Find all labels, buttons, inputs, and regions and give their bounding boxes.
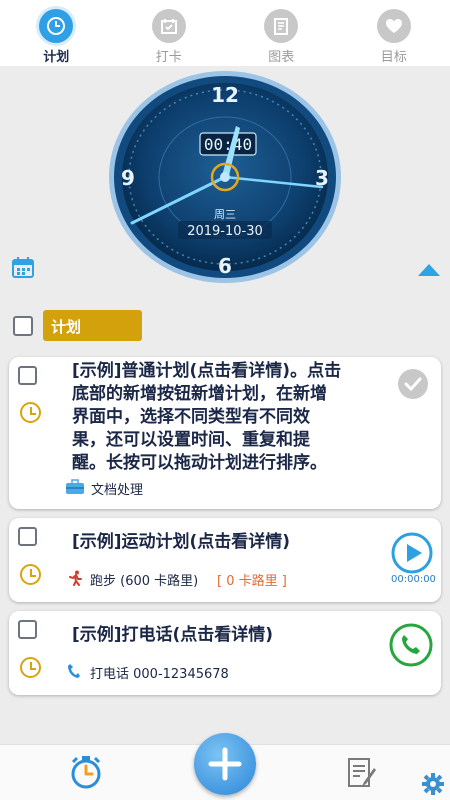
clock-icon — [39, 9, 74, 43]
tab-checkin[interactable]: 打卡 — [113, 0, 226, 66]
card-title-line: 底部的新增按钮新增计划，在新增 — [72, 384, 327, 404]
plus-icon — [208, 747, 242, 781]
card-subtitle: 文档处理 — [91, 483, 144, 498]
card-title-line: 界面中，选择不同类型有不同效 — [72, 407, 310, 427]
card-title-line: [示例]普通计划(点击看详情)。点击 — [72, 361, 342, 381]
calories-burned: [ 0 卡路里 ] — [217, 574, 287, 589]
notes-icon[interactable] — [346, 756, 378, 794]
plan-card-exercise[interactable]: [示例]运动计划(点击看详情) 跑步 (600 卡路里) [ 0 卡路里 ] 0… — [9, 518, 441, 602]
exercise-timer: 00:00:00 — [391, 574, 436, 585]
clock-date: 2019-10-30 — [187, 224, 263, 239]
card-title-line: [示例]运动计划(点击看详情) — [72, 532, 291, 552]
card-checkbox[interactable] — [18, 527, 37, 546]
plan-card-normal[interactable]: [示例]普通计划(点击看详情)。点击 底部的新增按钮新增计划，在新增 界面中，选… — [9, 357, 441, 509]
heart-icon — [376, 9, 411, 43]
play-icon[interactable] — [391, 532, 433, 578]
tab-label: 图表 — [268, 50, 295, 65]
numeral-12: 12 — [211, 83, 239, 107]
numeral-6: 6 — [218, 254, 232, 278]
add-plan-button[interactable] — [194, 733, 256, 795]
runner-icon — [67, 570, 83, 590]
chart-doc-icon — [264, 9, 299, 43]
reminder-clock-icon — [20, 564, 41, 585]
calendar-check-icon — [151, 9, 186, 43]
section-tag: 计划 — [43, 310, 142, 341]
tab-label: 打卡 — [155, 50, 182, 65]
top-tab-bar: 计划 打卡 图表 目标 — [0, 0, 450, 66]
card-checkbox[interactable] — [18, 620, 37, 639]
briefcase-icon — [65, 479, 85, 499]
digital-time: 00:40 — [204, 135, 252, 154]
numeral-9: 9 — [121, 166, 135, 190]
tab-charts[interactable]: 图表 — [225, 0, 338, 66]
clock-weekday: 周三 — [214, 208, 236, 221]
analog-clock: 12 3 6 9 00:40 周三 2019-10-30 — [108, 70, 342, 284]
card-title-line: 果，还可以设置时间、重复和提 — [72, 430, 310, 450]
tab-plan[interactable]: 计划 — [0, 0, 113, 66]
card-title-line: [示例]打电话(点击看详情) — [72, 625, 274, 645]
collapse-arrow-icon[interactable] — [418, 264, 440, 276]
section-select-all-checkbox[interactable] — [13, 316, 33, 336]
card-title-line: 醒。长按可以拖动计划进行排序。 — [72, 453, 327, 473]
tab-goals[interactable]: 目标 — [338, 0, 450, 66]
reminder-clock-icon — [20, 657, 41, 678]
tab-label: 计划 — [43, 50, 70, 65]
stopwatch-icon[interactable] — [68, 754, 104, 794]
card-checkbox[interactable] — [18, 366, 37, 385]
plan-card-phone[interactable]: [示例]打电话(点击看详情) 打电话 000-12345678 — [9, 611, 441, 695]
card-subtitle: 打电话 000-12345678 — [90, 667, 229, 682]
done-check-icon[interactable] — [397, 368, 429, 404]
card-subtitle: 跑步 (600 卡路里) — [90, 574, 199, 589]
phone-call-icon[interactable] — [389, 623, 433, 671]
settings-gear-icon[interactable] — [422, 773, 444, 799]
calendar-icon[interactable] — [12, 256, 34, 282]
tab-label: 目标 — [380, 50, 407, 65]
reminder-clock-icon — [20, 402, 41, 423]
phone-icon — [67, 663, 81, 683]
